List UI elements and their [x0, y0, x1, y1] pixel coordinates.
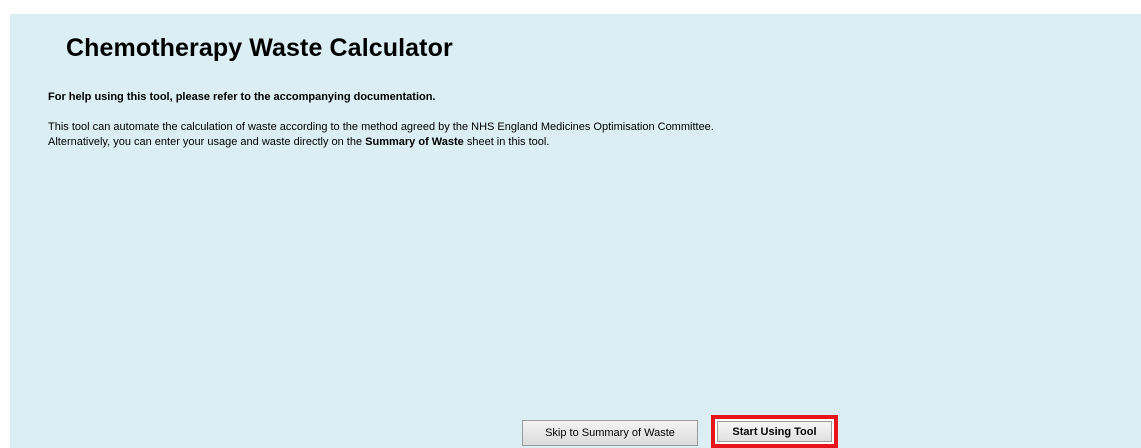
help-text: For help using this tool, please refer t… — [48, 91, 436, 103]
skip-to-summary-button[interactable]: Skip to Summary of Waste — [522, 420, 698, 446]
description-line-2: Alternatively, you can enter your usage … — [48, 136, 549, 148]
start-using-tool-button[interactable]: Start Using Tool — [717, 421, 832, 442]
worksheet-area: Chemotherapy Waste Calculator For help u… — [10, 14, 1141, 448]
skip-to-summary-label: Skip to Summary of Waste — [545, 427, 675, 439]
page-title: Chemotherapy Waste Calculator — [66, 34, 453, 62]
description-line-2-start: Alternatively, you can enter your usage … — [48, 136, 366, 148]
description-line-2-end: sheet in this tool. — [463, 136, 550, 148]
start-using-tool-highlight: Start Using Tool — [711, 415, 838, 448]
start-using-tool-label: Start Using Tool — [732, 425, 817, 438]
summary-of-waste-sheet-name: Summary of Waste — [365, 136, 464, 148]
description-line-1: This tool can automate the calculation o… — [48, 121, 714, 133]
